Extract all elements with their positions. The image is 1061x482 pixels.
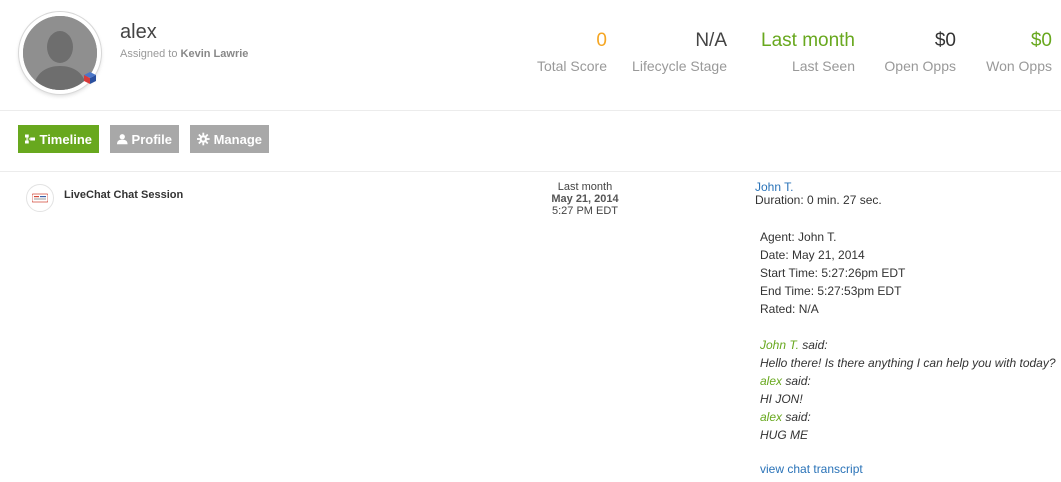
meta-rated: Rated: N/A bbox=[760, 302, 819, 316]
speaker-name: alex bbox=[760, 410, 783, 424]
stat-value: 0 bbox=[596, 30, 607, 51]
transcript-message: Hello there! Is there anything I can hel… bbox=[760, 356, 1056, 370]
meta-date: Date: May 21, 2014 bbox=[760, 248, 865, 262]
speaker-name: alex bbox=[760, 374, 783, 388]
speaker-said: said: bbox=[782, 374, 811, 388]
person-icon bbox=[117, 134, 128, 145]
contact-name: alex bbox=[120, 21, 157, 43]
speaker-name: John T. bbox=[760, 338, 799, 352]
meta-start-time: Start Time: 5:27:26pm EDT bbox=[760, 266, 906, 280]
tab-label: Timeline bbox=[39, 131, 92, 147]
stat-total-score: 0 Total Score bbox=[537, 30, 607, 74]
entry-when-time: 5:27 PM EDT bbox=[551, 205, 619, 217]
meta-end-time: End Time: 5:27:53pm EDT bbox=[760, 284, 902, 298]
tab-manage[interactable]: Manage bbox=[190, 125, 269, 153]
livechat-logo-icon bbox=[26, 184, 54, 212]
assigned-prefix: Assigned to bbox=[120, 48, 178, 60]
meta-agent: Agent: John T. bbox=[760, 230, 837, 244]
section-divider bbox=[0, 171, 1061, 172]
stat-value: $0 bbox=[934, 30, 956, 51]
chat-meta: Agent: John T. Date: May 21, 2014 Start … bbox=[760, 228, 905, 318]
tab-label: Manage bbox=[213, 131, 262, 147]
transcript-speaker: alex said: bbox=[760, 372, 1056, 390]
entry-when-date: May 21, 2014 bbox=[551, 193, 619, 205]
stat-label: Open Opps bbox=[884, 58, 956, 74]
status-cube-icon bbox=[84, 72, 96, 84]
chat-transcript: John T. said: Hello there! Is there anyt… bbox=[760, 336, 1056, 444]
transcript-message: HUG ME bbox=[760, 428, 808, 442]
tab-label: Profile bbox=[131, 131, 172, 147]
stat-label: Won Opps bbox=[986, 58, 1052, 74]
transcript-speaker: alex said: bbox=[760, 408, 1056, 426]
stat-open-opps: $0 Open Opps bbox=[884, 30, 956, 74]
entry-duration: Duration: 0 min. 27 sec. bbox=[755, 193, 882, 207]
stat-last-seen: Last month Last Seen bbox=[761, 30, 855, 74]
stat-label: Total Score bbox=[536, 58, 607, 74]
view-chat-transcript-link[interactable]: view chat transcript bbox=[760, 462, 863, 476]
gear-icon bbox=[197, 132, 210, 146]
assigned-to: Assigned to Kevin Lawrie bbox=[120, 48, 248, 60]
stat-label: Lifecycle Stage bbox=[632, 58, 727, 74]
assigned-owner[interactable]: Kevin Lawrie bbox=[181, 48, 249, 60]
entry-summary: John T. Duration: 0 min. 27 sec. bbox=[755, 181, 882, 207]
tab-timeline[interactable]: Timeline bbox=[18, 125, 99, 153]
stat-lifecycle-stage: N/A Lifecycle Stage bbox=[632, 30, 727, 74]
speaker-said: said: bbox=[798, 338, 828, 352]
stat-value: Last month bbox=[761, 30, 855, 51]
timeline-icon bbox=[25, 134, 36, 144]
tab-profile[interactable]: Profile bbox=[110, 125, 179, 153]
entry-when-relative: Last month bbox=[557, 181, 613, 193]
transcript-speaker: John T. said: bbox=[760, 336, 1056, 354]
stat-won-opps: $0 Won Opps bbox=[986, 30, 1052, 74]
speaker-said: said: bbox=[782, 410, 811, 424]
entry-title: LiveChat Chat Session bbox=[64, 189, 184, 201]
stat-value: $0 bbox=[1030, 30, 1052, 51]
stat-value: N/A bbox=[695, 30, 727, 51]
transcript-message: HI JON! bbox=[760, 392, 803, 406]
contact-header: alex Assigned to Kevin Lawrie 0 Total Sc… bbox=[0, 0, 1061, 111]
stat-label: Last Seen bbox=[791, 58, 855, 74]
entry-timestamp: Last month May 21, 2014 5:27 PM EDT bbox=[530, 181, 640, 217]
